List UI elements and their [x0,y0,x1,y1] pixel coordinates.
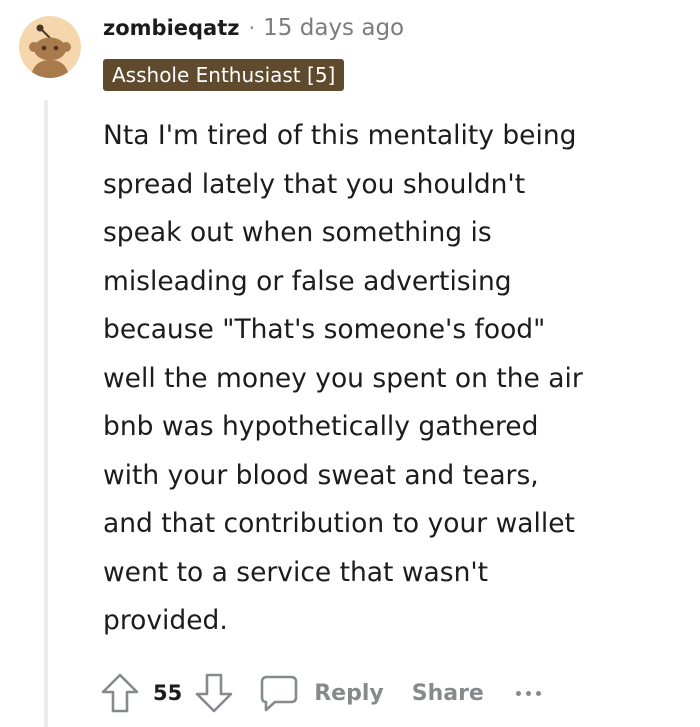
more-horizontal-icon [535,690,541,696]
meta-separator: · [248,16,256,40]
more-horizontal-icon [515,690,521,696]
username-link[interactable]: zombieqatz [103,16,239,40]
thread-line[interactable] [44,100,48,727]
downvote-arrow-icon [195,673,233,713]
speech-bubble-icon [260,675,298,712]
upvote-button[interactable] [100,672,140,714]
comment-text-line: spread lately that you shouldn't [103,168,526,200]
more-options-button[interactable] [515,690,541,696]
comment-text-line: well the money you spent on the air [103,362,583,394]
share-label: Share [411,680,484,706]
downvote-button[interactable] [194,672,234,714]
avatar[interactable] [19,16,81,78]
comment-header: zombieqatz · 15 days ago [103,10,404,46]
comment-text-line: misleading or false advertising [103,265,512,297]
more-horizontal-icon [525,690,531,696]
reply-button[interactable]: Reply [258,673,384,713]
user-flair: Asshole Enthusiast [5] [103,59,345,91]
vote-count: 55 [153,681,183,705]
upvote-arrow-icon [101,673,139,713]
reddit-snoo-avatar [29,24,71,78]
comment-text-line: Nta I'm tired of this mentality being [103,120,577,151]
comment-text-line: because "That's someone's food" [103,314,546,345]
comment-timestamp[interactable]: 15 days ago [263,15,404,41]
comment-body: Nta I'm tired of this mentality being sp… [103,112,693,646]
comment-text-line: with your blood sweat and tears, [103,459,539,491]
comment-text-line: provided. [103,605,228,636]
comment-actions: 55 Reply Share [100,668,541,718]
comment-text-line: and that contribution to your wallet [103,508,575,539]
comment-text-line: bnb was hypothetically gathered [103,411,539,442]
comment-text-line: speak out when something is [103,217,492,248]
share-button[interactable]: Share [412,681,484,706]
reply-label: Reply [314,680,384,706]
comment-text-line: went to a service that wasn't [103,556,489,588]
